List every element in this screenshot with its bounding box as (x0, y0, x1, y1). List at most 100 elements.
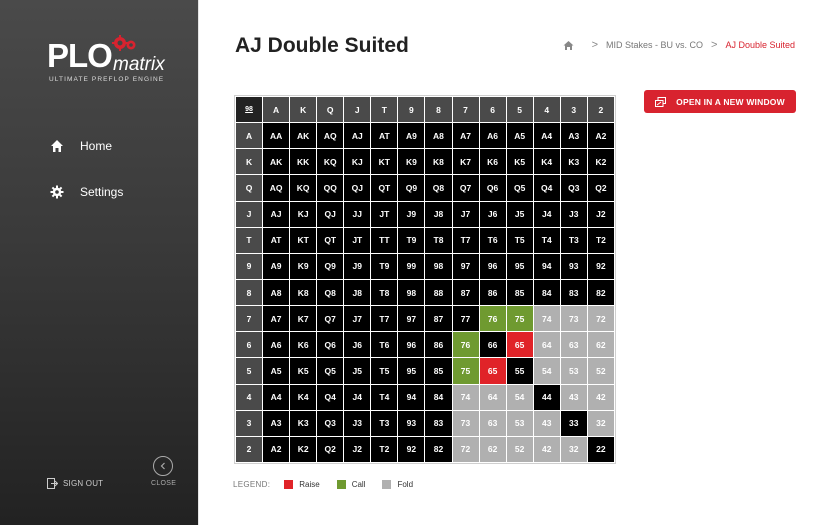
matrix-cell[interactable]: A3 (560, 123, 587, 149)
matrix-cell[interactable]: 76 (452, 332, 479, 358)
matrix-cell[interactable]: 52 (506, 436, 533, 462)
matrix-cell[interactable]: T9 (371, 253, 398, 279)
breadcrumb-item[interactable]: MID Stakes - BU vs. CO (606, 40, 703, 50)
matrix-cell[interactable]: Q8 (317, 279, 344, 306)
matrix-cell[interactable]: 94 (398, 384, 425, 410)
matrix-cell[interactable]: 62 (587, 332, 614, 358)
matrix-cell[interactable]: AT (371, 123, 398, 149)
matrix-cell[interactable]: 72 (452, 436, 479, 462)
matrix-cell[interactable]: 53 (506, 410, 533, 436)
matrix-cell[interactable]: Q9 (317, 253, 344, 279)
matrix-cell[interactable]: K7 (290, 306, 317, 332)
matrix-cell[interactable]: 43 (533, 410, 560, 436)
matrix-cell[interactable]: 83 (425, 410, 452, 436)
matrix-cell[interactable]: 98 (398, 279, 425, 306)
matrix-cell[interactable]: T8 (425, 227, 452, 253)
matrix-cell[interactable]: KJ (290, 201, 317, 227)
matrix-cell[interactable]: J5 (506, 201, 533, 227)
matrix-cell[interactable]: Q6 (317, 332, 344, 358)
sign-out-button[interactable]: SIGN OUT (47, 478, 103, 489)
matrix-cell[interactable]: 54 (533, 358, 560, 384)
matrix-cell[interactable]: 86 (425, 332, 452, 358)
matrix-cell[interactable]: 97 (398, 306, 425, 332)
matrix-cell[interactable]: QJ (317, 201, 344, 227)
matrix-cell[interactable]: 85 (425, 358, 452, 384)
matrix-cell[interactable]: 95 (506, 253, 533, 279)
matrix-cell[interactable]: A7 (452, 123, 479, 149)
matrix-cell[interactable]: K6 (479, 149, 506, 175)
matrix-cell[interactable]: A4 (263, 384, 290, 410)
matrix-cell[interactable]: K2 (587, 149, 614, 175)
matrix-cell[interactable]: J2 (587, 201, 614, 227)
matrix-cell[interactable]: 32 (587, 410, 614, 436)
matrix-cell[interactable]: J8 (344, 279, 371, 306)
matrix-cell[interactable]: 74 (452, 384, 479, 410)
matrix-cell[interactable]: AJ (263, 201, 290, 227)
matrix-cell[interactable]: A8 (263, 279, 290, 306)
matrix-cell[interactable]: KQ (317, 149, 344, 175)
matrix-cell[interactable]: 96 (398, 332, 425, 358)
matrix-cell[interactable]: K3 (560, 149, 587, 175)
matrix-cell[interactable]: 52 (587, 358, 614, 384)
matrix-cell[interactable]: T5 (371, 358, 398, 384)
matrix-cell[interactable]: J2 (344, 436, 371, 462)
matrix-cell[interactable]: A2 (587, 123, 614, 149)
matrix-cell[interactable]: 22 (587, 436, 614, 462)
matrix-cell[interactable]: K2 (290, 436, 317, 462)
matrix-cell[interactable]: 65 (506, 332, 533, 358)
matrix-cell[interactable]: Q4 (533, 175, 560, 201)
matrix-cell[interactable]: KT (290, 227, 317, 253)
matrix-cell[interactable]: 94 (533, 253, 560, 279)
matrix-cell[interactable]: K6 (290, 332, 317, 358)
matrix-cell[interactable]: 32 (560, 436, 587, 462)
matrix-cell[interactable]: T7 (371, 306, 398, 332)
matrix-cell[interactable]: J5 (344, 358, 371, 384)
matrix-cell[interactable]: J6 (344, 332, 371, 358)
matrix-cell[interactable]: 65 (479, 358, 506, 384)
matrix-cell[interactable]: AT (263, 227, 290, 253)
matrix-cell[interactable]: KJ (344, 149, 371, 175)
matrix-cell[interactable]: 93 (560, 253, 587, 279)
matrix-cell[interactable]: AA (263, 123, 290, 149)
open-new-window-button[interactable]: OPEN IN A NEW WINDOW (644, 90, 796, 113)
matrix-cell[interactable]: 85 (506, 279, 533, 306)
matrix-cell[interactable]: J6 (479, 201, 506, 227)
matrix-cell[interactable]: K9 (398, 149, 425, 175)
sidebar-item-settings[interactable]: Settings (50, 182, 123, 202)
matrix-cell[interactable]: 62 (479, 436, 506, 462)
matrix-cell[interactable]: K4 (533, 149, 560, 175)
matrix-cell[interactable]: 97 (452, 253, 479, 279)
matrix-cell[interactable]: 99 (398, 253, 425, 279)
matrix-cell[interactable]: 84 (425, 384, 452, 410)
matrix-cell[interactable]: T5 (506, 227, 533, 253)
matrix-cell[interactable]: 87 (452, 279, 479, 306)
matrix-cell[interactable]: Q3 (317, 410, 344, 436)
matrix-cell[interactable]: QT (371, 175, 398, 201)
matrix-cell[interactable]: 84 (533, 279, 560, 306)
matrix-cell[interactable]: Q3 (560, 175, 587, 201)
matrix-cell[interactable]: A3 (263, 410, 290, 436)
matrix-cell[interactable]: K8 (425, 149, 452, 175)
matrix-cell[interactable]: A6 (479, 123, 506, 149)
matrix-cell[interactable]: K9 (290, 253, 317, 279)
matrix-cell[interactable]: 86 (479, 279, 506, 306)
matrix-cell[interactable]: 42 (587, 384, 614, 410)
matrix-cell[interactable]: A7 (263, 306, 290, 332)
matrix-cell[interactable]: K7 (452, 149, 479, 175)
matrix-cell[interactable]: T3 (371, 410, 398, 436)
matrix-cell[interactable]: T8 (371, 279, 398, 306)
matrix-cell[interactable]: J7 (344, 306, 371, 332)
matrix-cell[interactable]: J3 (344, 410, 371, 436)
matrix-cell[interactable]: 96 (479, 253, 506, 279)
matrix-cell[interactable]: Q6 (479, 175, 506, 201)
matrix-cell[interactable]: 95 (398, 358, 425, 384)
matrix-cell[interactable]: T7 (452, 227, 479, 253)
matrix-cell[interactable]: A8 (425, 123, 452, 149)
matrix-cell[interactable]: 63 (479, 410, 506, 436)
matrix-cell[interactable]: 63 (560, 332, 587, 358)
matrix-cell[interactable]: 53 (560, 358, 587, 384)
matrix-cell[interactable]: K5 (506, 149, 533, 175)
matrix-cell[interactable]: 64 (479, 384, 506, 410)
matrix-cell[interactable]: AQ (263, 175, 290, 201)
matrix-cell[interactable]: J4 (533, 201, 560, 227)
